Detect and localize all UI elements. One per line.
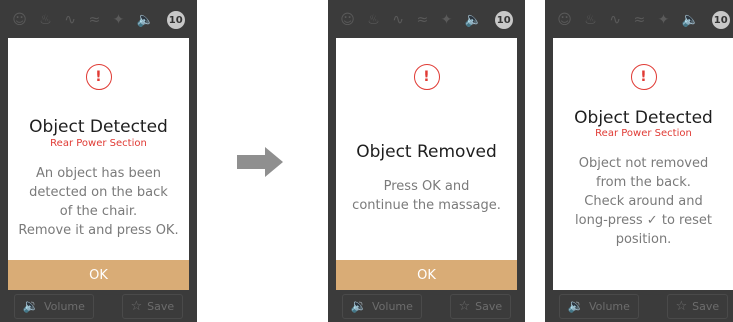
massage-icon: ♨ xyxy=(39,12,52,28)
person-icon: ☺ xyxy=(557,12,572,28)
dialog-message: Object not removed from the back. Check … xyxy=(557,154,730,249)
heat-icon: ≈ xyxy=(633,12,646,28)
alert-dialog: ! Object Removed Press OK and continue t… xyxy=(336,38,517,290)
dialog-title: Object Detected xyxy=(574,108,713,128)
bottom-bar: 🔉 Volume ☆ Save xyxy=(545,290,733,322)
bluetooth-icon: ✦ xyxy=(657,12,670,28)
speaker-icon: 🔈 xyxy=(464,12,483,28)
message-line: An object has been xyxy=(35,166,162,181)
person-icon: ☺ xyxy=(12,12,27,28)
dialog-title: Object Detected xyxy=(29,117,168,137)
message-line: detected on the back xyxy=(29,185,168,200)
message-line: position. xyxy=(615,232,672,247)
timer-badge: 10 xyxy=(166,11,185,29)
message-line: Remove it and press OK. xyxy=(18,223,179,238)
status-bar: ☺ ♨ ∿ ≈ ✦ 🔈 10 xyxy=(328,0,525,40)
timer-badge: 10 xyxy=(711,11,730,29)
message-fragment: long-press xyxy=(575,213,643,228)
massage-icon: ♨ xyxy=(367,12,380,28)
alert-icon: ! xyxy=(85,64,112,90)
message-line: continue the massage. xyxy=(352,198,501,213)
alert-dialog: ! Object Detected Rear Power Section Obj… xyxy=(553,38,733,290)
star-icon: ☆ xyxy=(675,298,688,314)
message-line: long-press ✓ to reset xyxy=(557,211,730,230)
volume-button[interactable]: 🔉 Volume xyxy=(558,293,639,319)
volume-label: Volume xyxy=(371,299,413,313)
device-screen-object-detected: ☺ ♨ ∿ ≈ ✦ 🔈 10 ! Object Detected Rear Po… xyxy=(0,0,197,322)
save-button[interactable]: ☆ Save xyxy=(121,293,184,319)
save-label: Save xyxy=(147,299,175,313)
device-screen-object-not-removed: ☺ ♨ ∿ ≈ ✦ 🔈 10 ! Object Detected Rear Po… xyxy=(545,0,733,322)
message-line: from the back. xyxy=(596,175,691,190)
bottom-bar: 🔉 Volume ☆ Save xyxy=(0,290,197,322)
star-icon: ☆ xyxy=(458,298,471,314)
right-arrow-icon xyxy=(237,147,283,177)
speaker-icon: 🔈 xyxy=(681,12,700,28)
save-label: Save xyxy=(475,299,503,313)
volume-label: Volume xyxy=(43,299,85,313)
status-bar: ☺ ♨ ∿ ≈ ✦ 🔈 10 xyxy=(0,0,197,40)
massage-icon: ♨ xyxy=(584,12,597,28)
alert-dialog: ! Object Detected Rear Power Section An … xyxy=(8,38,189,290)
bluetooth-icon: ✦ xyxy=(440,12,453,28)
bottom-bar: 🔉 Volume ☆ Save xyxy=(328,290,525,322)
volume-button[interactable]: 🔉 Volume xyxy=(13,293,94,319)
heat-icon: ≈ xyxy=(88,12,101,28)
legs-icon: ∿ xyxy=(64,12,77,28)
check-icon: ✓ xyxy=(646,213,658,228)
dialog-message: Press OK and continue the massage. xyxy=(340,177,513,215)
dialog-message: An object has been detected on the back … xyxy=(12,164,185,240)
star-icon: ☆ xyxy=(130,298,143,314)
dialog-subtitle: Rear Power Section xyxy=(50,138,147,149)
message-line: Check around and xyxy=(584,194,703,209)
save-label: Save xyxy=(692,299,720,313)
message-line: Object not removed xyxy=(578,156,709,171)
alert-icon: ! xyxy=(630,64,657,90)
bluetooth-icon: ✦ xyxy=(112,12,125,28)
ok-button[interactable]: OK xyxy=(336,260,517,290)
volume-icon: 🔉 xyxy=(350,298,367,314)
save-button[interactable]: ☆ Save xyxy=(666,293,729,319)
legs-icon: ∿ xyxy=(392,12,405,28)
save-button[interactable]: ☆ Save xyxy=(449,293,512,319)
person-icon: ☺ xyxy=(340,12,355,28)
status-bar: ☺ ♨ ∿ ≈ ✦ 🔈 10 xyxy=(545,0,733,40)
speaker-icon: 🔈 xyxy=(136,12,155,28)
message-fragment: to reset xyxy=(661,213,712,228)
volume-icon: 🔉 xyxy=(22,298,39,314)
alert-icon: ! xyxy=(413,64,440,90)
volume-button[interactable]: 🔉 Volume xyxy=(341,293,422,319)
volume-label: Volume xyxy=(588,299,630,313)
legs-icon: ∿ xyxy=(609,12,622,28)
heat-icon: ≈ xyxy=(416,12,429,28)
ok-button[interactable]: OK xyxy=(8,260,189,290)
timer-badge: 10 xyxy=(494,11,513,29)
message-line: of the chair. xyxy=(59,204,138,219)
dialog-subtitle: Rear Power Section xyxy=(595,128,692,139)
device-screen-object-removed: ☺ ♨ ∿ ≈ ✦ 🔈 10 ! Object Removed Press OK… xyxy=(328,0,525,322)
volume-icon: 🔉 xyxy=(567,298,584,314)
message-line: Press OK and xyxy=(383,179,470,194)
dialog-title: Object Removed xyxy=(356,142,497,162)
